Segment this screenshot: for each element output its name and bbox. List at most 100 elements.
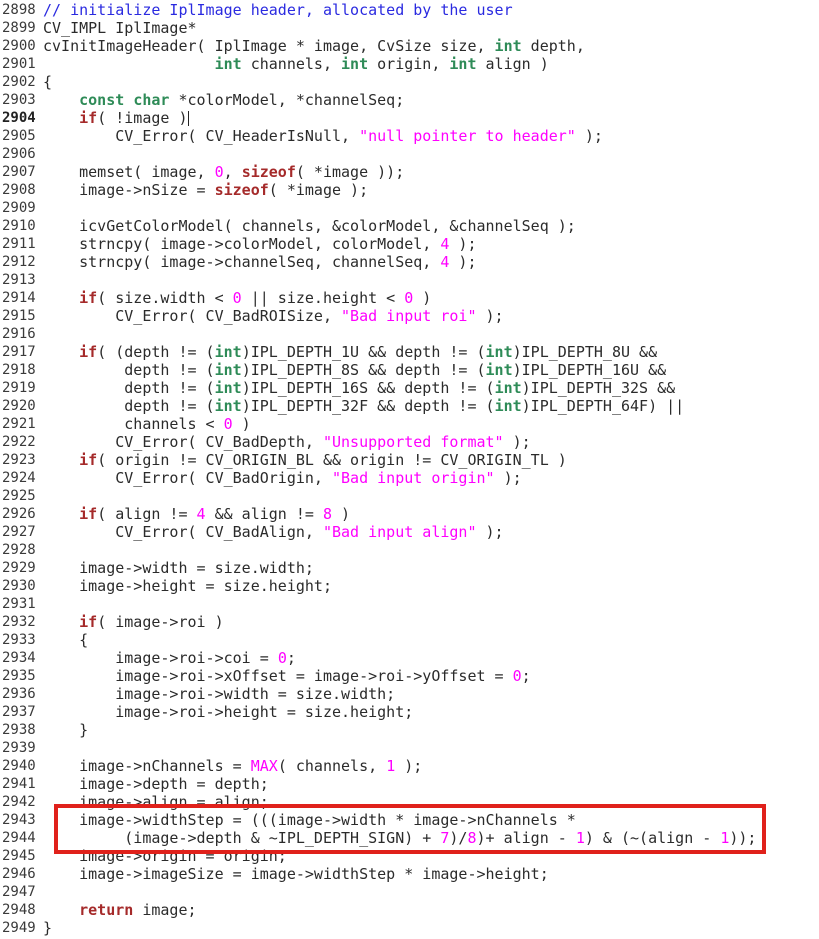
code-text: depth != (	[43, 361, 215, 379]
type-keyword: int	[485, 361, 513, 379]
code-text: ( size.width <	[97, 289, 233, 307]
type-keyword: const	[79, 91, 125, 109]
line-number: 2931	[2, 596, 36, 612]
line-number: 2921	[2, 416, 36, 432]
code-text: ( image->roi )	[97, 613, 224, 631]
line-number: 2925	[2, 488, 36, 504]
type-keyword: int	[485, 343, 513, 361]
code-text: memset( image,	[43, 163, 215, 181]
code-text: image->nChannels =	[43, 757, 251, 775]
code-text: image;	[133, 901, 197, 919]
code-text: );	[575, 127, 603, 145]
code-text: )	[232, 415, 251, 433]
line-text: CV_Error( CV_BadDepth, "Unsupported form…	[43, 433, 530, 451]
line-text: }	[43, 721, 88, 739]
line-number: 2924	[2, 470, 36, 486]
line-number: 2934	[2, 650, 36, 666]
line-text: if( size.width < 0 || size.height < 0 )	[43, 289, 431, 307]
line-number: 2901	[2, 56, 36, 72]
line-text: image->roi->height = size.height;	[43, 703, 413, 721]
line-text: memset( image, 0, sizeof( *image ));	[43, 163, 404, 181]
line-number: 2919	[2, 380, 36, 396]
code-text: *colorModel, *channelSeq;	[169, 91, 405, 109]
line-number: 2933	[2, 632, 36, 648]
line-number: 2909	[2, 200, 36, 216]
code-text: );	[476, 307, 504, 325]
line-text: strncpy( image->channelSeq, channelSeq, …	[43, 253, 476, 271]
line-number: 2936	[2, 686, 36, 702]
line-number: 2902	[2, 74, 36, 90]
line-text: cvInitImageHeader( IplImage * image, CvS…	[43, 37, 585, 55]
code-text: ( *image );	[268, 181, 369, 199]
code-text: image->height = size.height;	[43, 577, 332, 595]
code-text: strncpy( image->channelSeq, channelSeq,	[43, 253, 441, 271]
line-number: 2927	[2, 524, 36, 540]
statement-keyword: sizeof	[241, 163, 296, 181]
code-text: image->roi->coi =	[43, 649, 278, 667]
line-number: 2949	[2, 920, 36, 936]
code-text: ;	[521, 667, 531, 685]
number-literal: 0	[232, 289, 242, 307]
line-number: 2938	[2, 722, 36, 738]
line-text: image->depth = depth;	[43, 775, 269, 793]
line-text: int channels, int origin, int align )	[43, 55, 549, 73]
line-text: image->roi->coi = 0;	[43, 649, 296, 667]
type-keyword: int	[214, 361, 242, 379]
code-text: {	[43, 631, 89, 649]
code-text: depth != (	[43, 397, 215, 415]
number-literal: 0	[223, 415, 233, 433]
line-number: 2911	[2, 236, 36, 252]
code-text: ( (depth != (	[97, 343, 215, 361]
line-text: CV_Error( CV_BadROISize, "Bad input roi"…	[43, 307, 504, 325]
line-text: // initialize IplImage header, allocated…	[43, 1, 513, 19]
code-text: )IPL_DEPTH_8U &&	[512, 343, 658, 361]
line-text: {	[43, 73, 52, 91]
code-text: CV_IMPL IplImage*	[43, 19, 197, 37]
code-text: );	[449, 253, 477, 271]
code-text: image->imageSize = image->widthStep * im…	[43, 865, 549, 883]
line-number: 2929	[2, 560, 36, 576]
number-literal: 4	[196, 505, 206, 523]
number-literal: 0	[214, 163, 224, 181]
line-text: image->roi->xOffset = image->roi->yOffse…	[43, 667, 531, 685]
line-number: 2912	[2, 254, 36, 270]
number-literal: 0	[277, 649, 287, 667]
code-text: );	[476, 523, 504, 541]
line-text: return image;	[43, 901, 197, 919]
statement-keyword: sizeof	[214, 181, 269, 199]
line-text: if( align != 4 && align != 8 )	[43, 505, 350, 523]
line-number: 2926	[2, 506, 36, 522]
line-number: 2930	[2, 578, 36, 594]
line-number: 2943	[2, 812, 36, 828]
statement-keyword: if	[79, 289, 98, 307]
code-text: CV_Error( CV_BadAlign,	[43, 523, 323, 541]
comment: // initialize IplImage header, allocated…	[43, 1, 513, 19]
line-number: 2944	[2, 830, 36, 846]
type-keyword: int	[214, 343, 242, 361]
line-number: 2937	[2, 704, 36, 720]
string-literal: "Bad input roi"	[341, 307, 477, 325]
code-text: origin,	[368, 55, 450, 73]
statement-keyword: if	[79, 343, 98, 361]
code-text: channels <	[43, 415, 224, 433]
line-text: image->width = size.width;	[43, 559, 314, 577]
line-text: depth != (int)IPL_DEPTH_8S && depth != (…	[43, 361, 666, 379]
type-keyword: int	[494, 397, 522, 415]
code-text: ( align !=	[97, 505, 197, 523]
code-text: CV_Error( CV_BadDepth,	[43, 433, 323, 451]
type-keyword: int	[341, 55, 369, 73]
number-literal: 0	[404, 289, 414, 307]
line-text: const char *colorModel, *channelSeq;	[43, 91, 404, 109]
code-text: image->roi->height = size.height;	[43, 703, 414, 721]
string-literal: "Bad input align"	[322, 523, 477, 541]
number-literal: 0	[512, 667, 522, 685]
line-text: channels < 0 )	[43, 415, 251, 433]
line-text: CV_IMPL IplImage*	[43, 19, 197, 37]
line-text: }	[43, 919, 52, 937]
line-number: 2947	[2, 884, 36, 900]
